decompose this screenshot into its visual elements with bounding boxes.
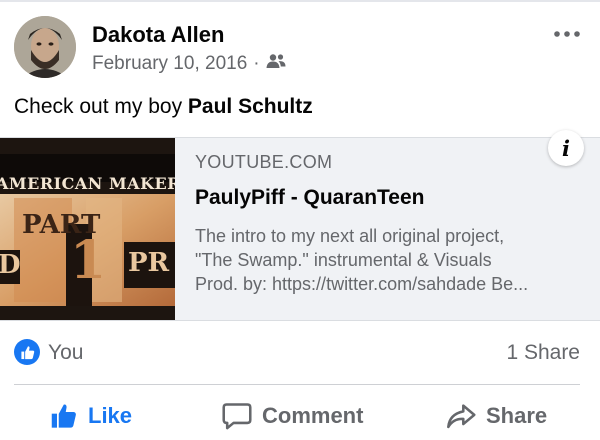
top-divider — [0, 0, 600, 2]
share-arrow-icon — [447, 404, 476, 429]
link-description: The intro to my next all original projec… — [195, 224, 582, 296]
description-line: "The Swamp." instrumental & Visuals — [195, 250, 492, 270]
more-options-icon[interactable] — [552, 22, 582, 46]
reaction-names[interactable]: You — [48, 341, 83, 365]
actions-divider — [14, 384, 580, 385]
link-info: YOUTUBE.COM PaulyPiff - QuaranTeen The i… — [195, 152, 582, 296]
video-thumbnail[interactable]: AMERICAN MAKER PART 1 D PR — [0, 138, 175, 320]
like-button[interactable]: Like — [50, 394, 132, 438]
friends-icon[interactable] — [266, 53, 286, 75]
link-title[interactable]: PaulyPiff - QuaranTeen — [195, 186, 582, 210]
post-text: Check out my boy Paul Schultz — [14, 95, 313, 119]
link-preview-card[interactable]: AMERICAN MAKER PART 1 D PR YOUTUBE.COM P… — [0, 130, 600, 321]
tagged-user-link[interactable]: Paul Schultz — [188, 95, 313, 118]
post-date[interactable]: February 10, 2016 — [92, 53, 247, 75]
like-reaction-icon[interactable] — [14, 339, 40, 365]
post-text-prefix: Check out my boy — [14, 95, 188, 118]
link-domain: YOUTUBE.COM — [195, 152, 333, 172]
share-count[interactable]: 1 Share — [506, 341, 580, 365]
thumbnail-line1: AMERICAN MAKER — [0, 174, 175, 193]
comment-label: Comment — [262, 403, 364, 428]
post-actions: Like Comment Share — [0, 394, 600, 438]
info-icon[interactable]: i — [548, 130, 584, 166]
share-button[interactable]: Share — [446, 394, 547, 438]
comment-button[interactable]: Comment — [222, 394, 363, 438]
comment-icon — [222, 403, 252, 430]
post-header: Dakota Allen February 10, 2016 · — [14, 16, 582, 82]
info-glyph: i — [562, 135, 570, 161]
description-line: The intro to my next all original projec… — [195, 226, 505, 246]
share-label: Share — [486, 403, 548, 428]
avatar[interactable] — [14, 16, 76, 78]
reactions-bar: You 1 Share — [14, 338, 580, 368]
thumbnail-right-letters: PR — [128, 248, 170, 278]
thumbs-up-icon — [51, 404, 76, 428]
thumbnail-left-letter: D — [0, 250, 21, 280]
thumbnail-number: 1 — [70, 230, 107, 291]
meta-separator: · — [253, 53, 260, 74]
author-name[interactable]: Dakota Allen — [92, 22, 224, 48]
like-label: Like — [88, 403, 133, 428]
description-line: Prod. by: https://twitter.com/sahdade Be… — [195, 274, 529, 294]
post-meta: February 10, 2016 · — [92, 53, 286, 75]
